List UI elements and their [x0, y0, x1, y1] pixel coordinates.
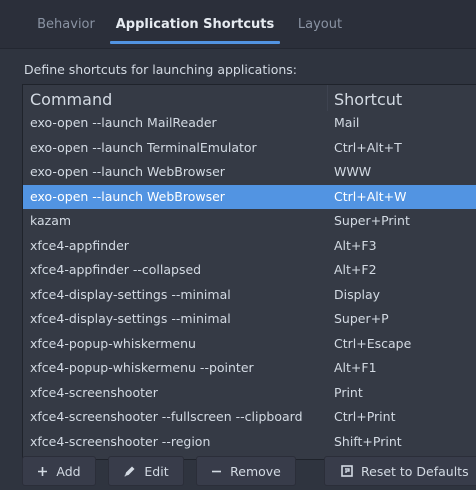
reset-to-defaults-button[interactable]: Reset to Defaults — [324, 456, 476, 486]
command-cell: xfce4-appfinder --collapsed — [30, 262, 202, 277]
shortcut-cell: Shift+Print — [334, 433, 402, 449]
shortcut-cell: Super+Print — [334, 213, 410, 228]
tab-bar: Behavior Application Shortcuts Layout — [0, 0, 476, 49]
plus-icon — [37, 466, 48, 477]
command-cell: xfce4-popup-whiskermenu — [30, 335, 196, 351]
shortcut-cell: Ctrl+Alt+T — [334, 139, 402, 155]
shortcut-cell: Print — [334, 384, 363, 400]
table-row[interactable]: exo-open --launch WebBrowser Ctrl+Alt+W — [23, 184, 476, 209]
table-row[interactable]: xfce4-display-settings --minimal Display — [23, 283, 476, 308]
minus-icon — [211, 466, 222, 477]
reset-button-label: Reset to Defaults — [361, 463, 469, 479]
command-cell: exo-open --launch MailReader — [30, 115, 217, 130]
table-row[interactable]: exo-open --launch TerminalEmulator Ctrl+A… — [23, 136, 476, 161]
tab-application-shortcuts[interactable]: Application Shortcuts — [110, 0, 280, 48]
shortcuts-table[interactable]: Command Shortcut exo-open --launch MailR… — [22, 84, 476, 460]
command-cell: xfce4-screenshooter — [30, 384, 158, 400]
command-cell: exo-open --launch WebBrowser — [30, 188, 225, 204]
command-cell: kazam — [30, 213, 72, 228]
shortcut-cell: Display — [334, 286, 381, 302]
table-row[interactable]: exo-open --launch WebBrowser WWW — [23, 160, 476, 185]
table-row[interactable]: xfce4-display-settings --minimal Super+P — [23, 307, 476, 332]
table-row[interactable]: xfce4-screenshooter --region Shift+Print — [23, 430, 476, 455]
table-body: exo-open --launch MailReader Mail exo-open… — [23, 111, 476, 454]
table-header: Command Shortcut — [23, 85, 476, 111]
add-button-label: Add — [56, 463, 81, 479]
shortcut-cell: Ctrl+Alt+W — [334, 188, 407, 204]
command-cell: xfce4-screenshooter --fullscreen --clipb… — [30, 409, 303, 424]
column-header-command[interactable]: Command — [30, 90, 112, 109]
column-separator — [327, 85, 328, 111]
shortcut-cell: Mail — [334, 115, 360, 130]
keyboard-settings-window: Behavior Application Shortcuts Layout De… — [0, 0, 476, 490]
table-row[interactable]: xfce4-screenshooter Print — [23, 381, 476, 406]
pencil-icon — [123, 465, 136, 478]
shortcut-cell: Super+P — [334, 311, 389, 326]
command-cell: xfce4-display-settings --minimal — [30, 286, 231, 302]
edit-button[interactable]: Edit — [108, 456, 184, 486]
shortcut-cell: Ctrl+Escape — [334, 335, 412, 351]
command-cell: xfce4-screenshooter --region — [30, 433, 211, 449]
table-row[interactable]: kazam Super+Print — [23, 209, 476, 234]
description-label: Define shortcuts for launching applicati… — [24, 62, 297, 77]
table-row[interactable]: xfce4-screenshooter --fullscreen --clipb… — [23, 405, 476, 430]
column-header-shortcut[interactable]: Shortcut — [334, 90, 402, 109]
command-cell: xfce4-popup-whiskermenu --pointer — [30, 360, 254, 375]
command-cell: xfce4-appfinder — [30, 237, 129, 253]
table-row[interactable]: xfce4-appfinder Alt+F3 — [23, 234, 476, 259]
command-cell: xfce4-display-settings --minimal — [30, 311, 231, 326]
shortcut-cell: Ctrl+Print — [334, 409, 396, 424]
remove-button-label: Remove — [230, 463, 281, 479]
add-button[interactable]: Add — [22, 456, 96, 486]
command-cell: exo-open --launch TerminalEmulator — [30, 139, 257, 155]
shortcut-cell: Alt+F1 — [334, 360, 377, 375]
shortcut-cell: Alt+F2 — [334, 262, 377, 277]
table-row[interactable]: exo-open --launch MailReader Mail — [23, 111, 476, 136]
shortcut-cell: WWW — [334, 164, 372, 179]
tab-layout[interactable]: Layout — [288, 0, 352, 48]
remove-button[interactable]: Remove — [196, 456, 296, 486]
table-row[interactable]: xfce4-appfinder --collapsed Alt+F2 — [23, 258, 476, 283]
command-cell: exo-open --launch WebBrowser — [30, 164, 225, 179]
reset-icon — [341, 465, 353, 477]
table-row[interactable]: xfce4-popup-whiskermenu --pointer Alt+F1 — [23, 356, 476, 381]
edit-button-label: Edit — [144, 463, 169, 479]
tab-behavior[interactable]: Behavior — [20, 0, 112, 48]
table-row[interactable]: xfce4-popup-whiskermenu Ctrl+Escape — [23, 332, 476, 357]
shortcut-cell: Alt+F3 — [334, 237, 377, 253]
